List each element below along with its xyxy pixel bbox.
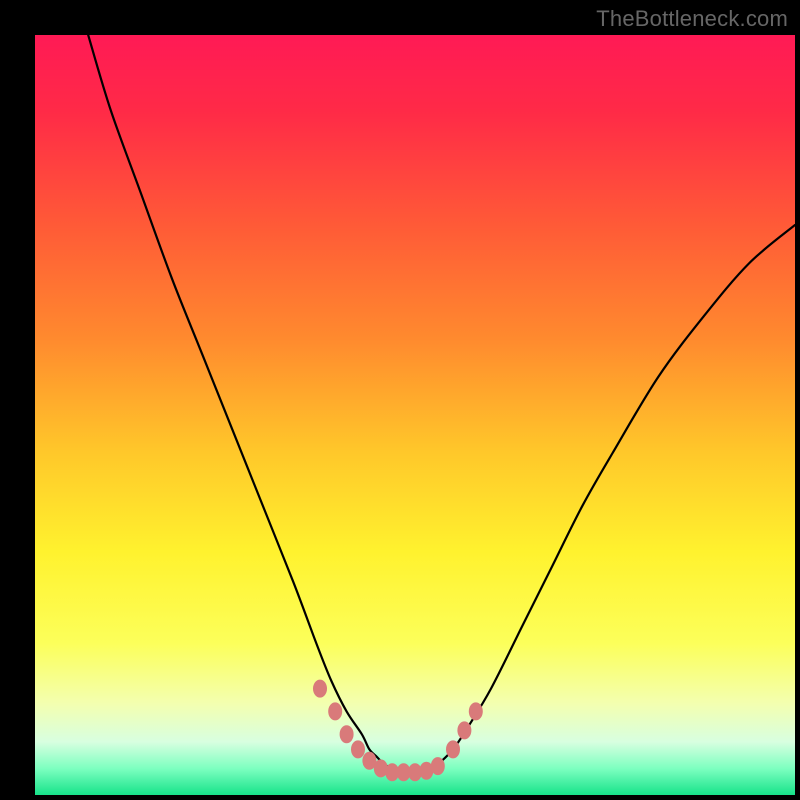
plot-area bbox=[35, 35, 795, 795]
watermark-text: TheBottleneck.com bbox=[596, 6, 788, 32]
chart-frame: TheBottleneck.com bbox=[0, 0, 800, 800]
background-gradient bbox=[35, 35, 795, 795]
